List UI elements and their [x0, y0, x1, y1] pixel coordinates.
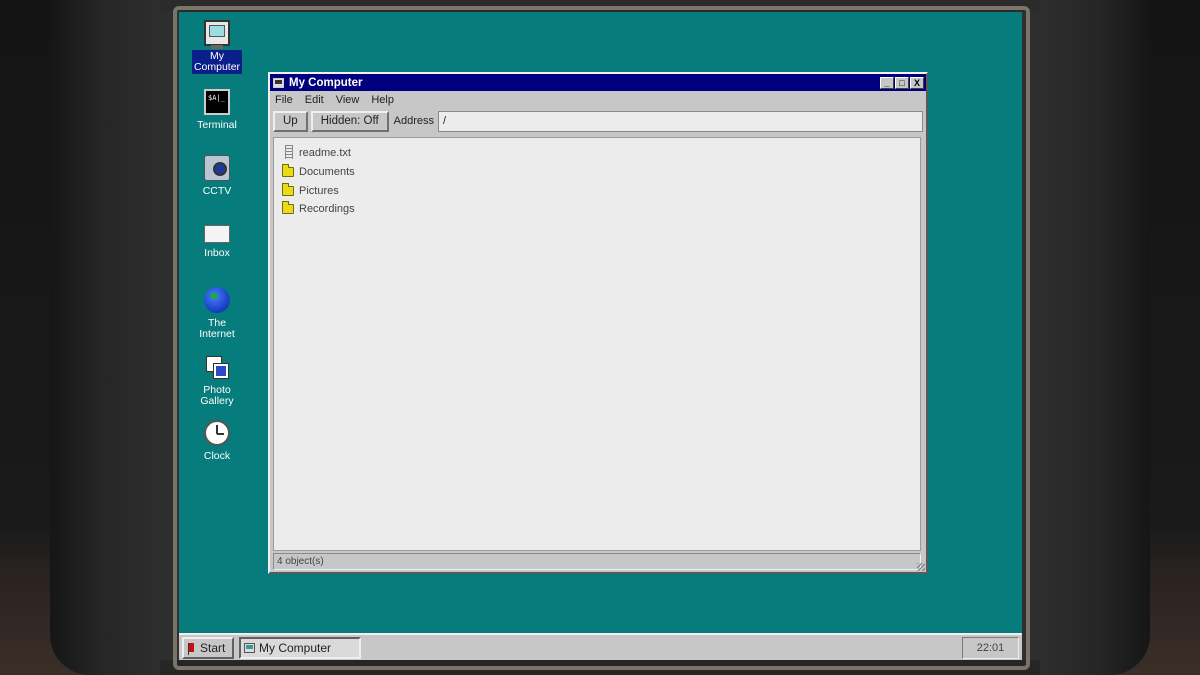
menu-view[interactable]: View [336, 94, 360, 106]
desktop-icon-label: CCTV [202, 185, 232, 197]
address-label: Address [393, 115, 435, 127]
computer-icon [244, 642, 255, 653]
menu-help[interactable]: Help [371, 94, 394, 106]
desktop-icon-the-internet[interactable]: The Internet [187, 287, 247, 341]
desktop-screen: My Computer $A|_ Terminal CCTV Inbox The … [179, 12, 1022, 660]
hidden-toggle-button[interactable]: Hidden: Off [310, 110, 389, 132]
folder-item-documents[interactable]: Documents [280, 163, 914, 182]
file-item-readme[interactable]: readme.txt [280, 144, 914, 163]
folder-item-pictures[interactable]: Pictures [280, 181, 914, 200]
window-title: My Computer [289, 76, 363, 89]
my-computer-window: My Computer _ □ X File Edit View Help Up… [268, 72, 928, 574]
menu-file[interactable]: File [275, 94, 293, 106]
clock-icon [204, 420, 230, 446]
my-computer-icon [204, 20, 230, 49]
taskbar-clock: 22:01 [962, 636, 1019, 659]
terminal-icon: $A|_ [204, 89, 230, 115]
desktop-icon-label: My Computer [191, 50, 243, 74]
status-bar: 4 object(s) [273, 553, 921, 570]
folder-icon [282, 164, 294, 178]
close-button[interactable]: X [910, 76, 924, 89]
monitor-bezel-right [1020, 0, 1150, 675]
desktop-icon-label: Clock [203, 450, 231, 462]
desktop-icon-my-computer[interactable]: My Computer [187, 20, 247, 74]
file-name: Pictures [299, 184, 339, 197]
start-button[interactable]: Start [182, 636, 234, 659]
start-label: Start [200, 640, 226, 655]
file-list: readme.txt Documents Pictures Recordings [273, 137, 921, 551]
desktop-icon-label: Terminal [197, 119, 237, 131]
start-flag-icon [188, 643, 194, 655]
desktop-icon-clock[interactable]: Clock [187, 420, 247, 463]
desktop-icon-photo-gallery[interactable]: Photo Gallery [187, 354, 247, 408]
window-titlebar[interactable]: My Computer _ □ X [270, 74, 926, 91]
toolbar: Up Hidden: Off Address / [270, 109, 926, 133]
maximize-button[interactable]: □ [895, 76, 909, 89]
file-name: Documents [299, 166, 355, 179]
desktop-icon-cctv[interactable]: CCTV [187, 155, 247, 198]
desktop-icon-label: Photo Gallery [200, 384, 234, 407]
folder-icon [282, 201, 294, 215]
text-file-icon [282, 145, 294, 160]
taskbar-item-label: My Computer [259, 640, 332, 655]
file-name: readme.txt [299, 147, 351, 160]
minimize-button[interactable]: _ [880, 76, 894, 89]
desktop-icon-label: Inbox [204, 247, 230, 259]
resize-grip[interactable] [917, 563, 925, 571]
folder-item-recordings[interactable]: Recordings [280, 200, 914, 219]
desktop-icon-terminal[interactable]: $A|_ Terminal [187, 89, 247, 132]
address-input[interactable]: / [438, 110, 923, 132]
photo-gallery-icon [204, 354, 230, 380]
status-text: 4 object(s) [277, 556, 324, 567]
file-name: Recordings [299, 203, 355, 216]
mail-icon [204, 225, 230, 243]
folder-icon [282, 182, 294, 196]
up-button[interactable]: Up [273, 110, 308, 132]
taskbar: Start My Computer 22:01 [179, 633, 1022, 660]
taskbar-item-my-computer[interactable]: My Computer [239, 636, 361, 659]
desktop-icon-label: The Internet [199, 317, 235, 340]
menu-edit[interactable]: Edit [305, 94, 324, 106]
desktop-icon-inbox[interactable]: Inbox [187, 221, 247, 260]
monitor-bezel-left [50, 0, 180, 675]
camera-icon [204, 155, 230, 181]
computer-icon [273, 77, 284, 88]
menu-bar: File Edit View Help [270, 91, 926, 109]
globe-icon [204, 287, 230, 313]
